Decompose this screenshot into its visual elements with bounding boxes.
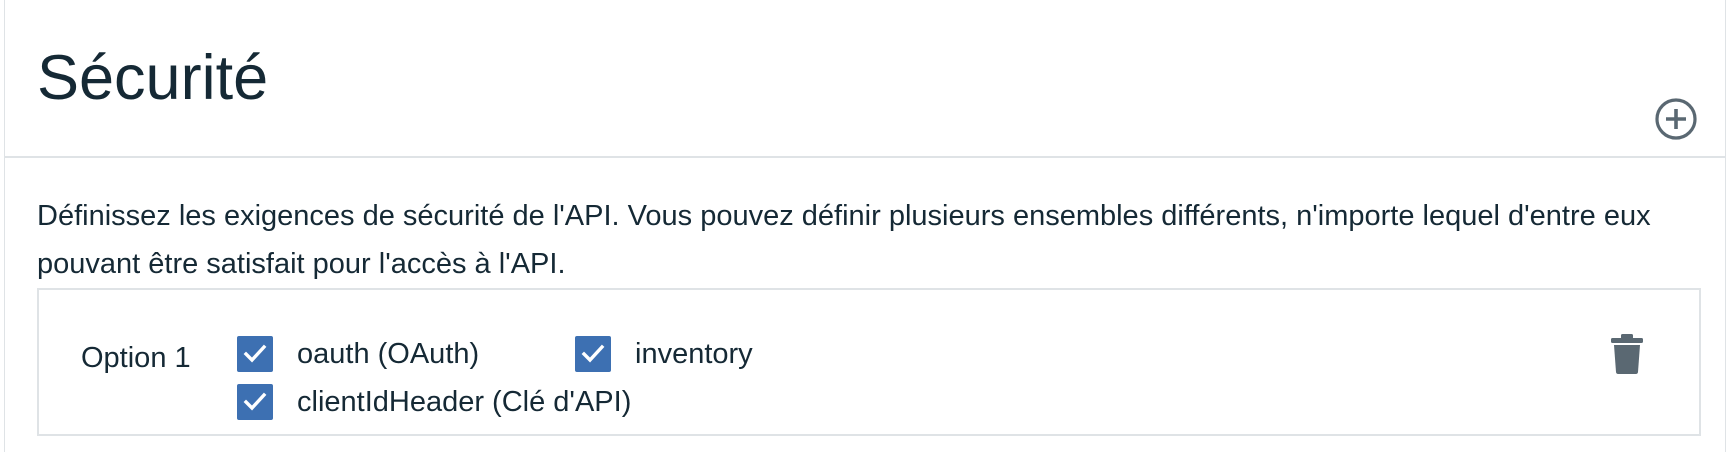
section-title: Sécurité	[37, 43, 269, 113]
scheme-label: oauth (OAuth)	[297, 338, 480, 370]
option-label: Option 1	[81, 342, 191, 374]
scheme-checkbox-oauth[interactable]: oauth (OAuth)	[237, 336, 479, 372]
security-option-1: Option 1 oauth (OAuth) inventory clientI…	[37, 288, 1701, 436]
security-description: Définissez les exigences de sécurité de …	[37, 200, 1651, 280]
checkmark-icon	[581, 344, 605, 363]
checkbox-checked[interactable]	[575, 336, 611, 372]
add-circle-icon	[1655, 98, 1697, 140]
scheme-checkbox-client-id-header[interactable]: clientIdHeader (Clé d'API)	[237, 384, 631, 420]
add-security-option-button[interactable]	[1653, 96, 1699, 142]
trash-icon	[1611, 334, 1643, 374]
delete-option-button[interactable]	[1607, 332, 1647, 376]
scheme-checkbox-inventory[interactable]: inventory	[575, 336, 753, 372]
scheme-label: clientIdHeader (Clé d'API)	[297, 386, 632, 418]
scheme-label: inventory	[635, 338, 753, 370]
checkmark-icon	[243, 344, 267, 363]
checkbox-checked[interactable]	[237, 336, 273, 372]
security-panel-header: Sécurité	[5, 0, 1725, 158]
checkmark-icon	[243, 392, 267, 411]
checkbox-checked[interactable]	[237, 384, 273, 420]
security-panel: Sécurité Définissez les exigences de séc…	[4, 0, 1726, 452]
